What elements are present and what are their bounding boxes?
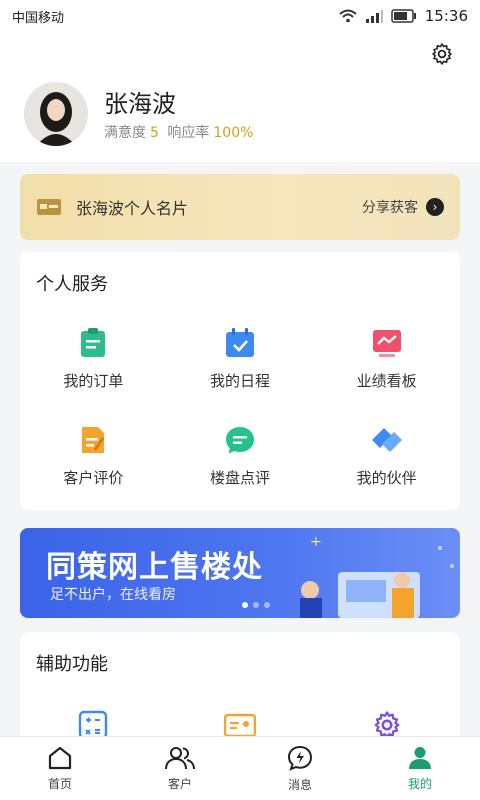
- signal-icon: [365, 10, 383, 23]
- carrier-text: 中国移动: [12, 10, 65, 26]
- section-title: 个人服务: [36, 274, 108, 295]
- svg-text:+: +: [310, 534, 322, 550]
- message-icon: [287, 745, 313, 771]
- business-card-icon: [37, 199, 61, 215]
- status-icons: 15:36: [339, 7, 468, 25]
- nav-label: 我的: [407, 777, 432, 791]
- nav-label: 客户: [167, 777, 192, 791]
- carousel-dot[interactable]: [264, 602, 270, 608]
- promo-banner[interactable]: 同策网上售楼处 足不出户，在线看房 +: [20, 528, 460, 618]
- satisfaction-value: 5: [150, 125, 159, 141]
- carousel-indicator[interactable]: [242, 602, 270, 608]
- response-label: 响应率: [167, 125, 210, 141]
- id-card-icon: [223, 713, 256, 738]
- nav-label: 首页: [47, 777, 72, 791]
- satisfaction-label: 满意度: [104, 125, 146, 141]
- promo-illustration: +: [300, 534, 454, 618]
- settings-button[interactable]: [428, 40, 456, 68]
- handshake-icon: [371, 428, 402, 452]
- personal-services-panel: 个人服务 我的订单 我的日程 业绩看板 客户评价 楼盘点评 我的伙伴: [20, 252, 460, 510]
- nav-customers[interactable]: 客户: [120, 737, 240, 800]
- calendar-icon: [225, 328, 254, 357]
- order-icon: [81, 328, 106, 357]
- service-my-partners[interactable]: 我的伙伴: [313, 423, 460, 488]
- service-customer-review[interactable]: 客户评价: [20, 423, 167, 488]
- share-button[interactable]: 分享获客 ›: [362, 197, 444, 217]
- business-card-banner[interactable]: 张海波个人名片 分享获客 ›: [20, 174, 460, 240]
- service-label: 我的日程: [209, 372, 270, 390]
- service-label: 业绩看板: [356, 372, 417, 390]
- services-grid: 我的订单 我的日程 业绩看板 客户评价 楼盘点评 我的伙伴: [20, 326, 460, 488]
- gear-icon: [432, 43, 452, 65]
- chat-bubble-icon: [225, 427, 254, 454]
- customers-icon: [165, 747, 195, 770]
- service-label: 楼盘点评: [209, 469, 270, 487]
- share-label: 分享获客: [362, 200, 418, 216]
- rating-line: 满意度 5 响应率 100%: [104, 122, 257, 142]
- me-icon: [409, 747, 431, 769]
- bottom-nav: 首页 客户 消息 我的: [0, 736, 480, 800]
- section-title: 辅助功能: [36, 654, 108, 675]
- business-card-title: 张海波个人名片: [76, 199, 189, 218]
- clock-text: 15:36: [424, 7, 468, 25]
- carousel-dot[interactable]: [253, 602, 259, 608]
- promo-headline: 同策网上售楼处: [46, 550, 263, 585]
- user-name: 张海波: [104, 90, 176, 118]
- nav-me[interactable]: 我的: [360, 737, 480, 800]
- chevron-right-icon: ›: [426, 198, 444, 216]
- service-my-orders[interactable]: 我的订单: [20, 326, 167, 391]
- nav-label: 消息: [287, 778, 312, 792]
- battery-icon: [391, 9, 416, 23]
- response-value: 100%: [213, 125, 254, 141]
- service-label: 我的伙伴: [356, 469, 417, 487]
- service-performance-board[interactable]: 业绩看板: [313, 326, 460, 391]
- wifi-icon: [339, 9, 357, 23]
- assist-functions-panel: 辅助功能: [20, 632, 460, 752]
- nav-messages[interactable]: 消息: [240, 737, 360, 800]
- profile-header: 张海波 满意度 5 响应率 100%: [0, 32, 480, 162]
- avatar[interactable]: [24, 82, 88, 146]
- home-icon: [48, 746, 72, 770]
- service-my-schedule[interactable]: 我的日程: [167, 326, 314, 391]
- service-property-review[interactable]: 楼盘点评: [167, 423, 314, 488]
- performance-board-icon: [372, 330, 401, 357]
- promo-subline: 足不出户，在线看房: [50, 587, 176, 603]
- status-bar: 中国移动 15:36: [0, 0, 480, 32]
- service-label: 我的订单: [63, 372, 124, 390]
- review-icon: [82, 427, 105, 453]
- service-label: 客户评价: [63, 469, 124, 487]
- nav-home[interactable]: 首页: [0, 737, 120, 800]
- carousel-dot[interactable]: [242, 602, 248, 608]
